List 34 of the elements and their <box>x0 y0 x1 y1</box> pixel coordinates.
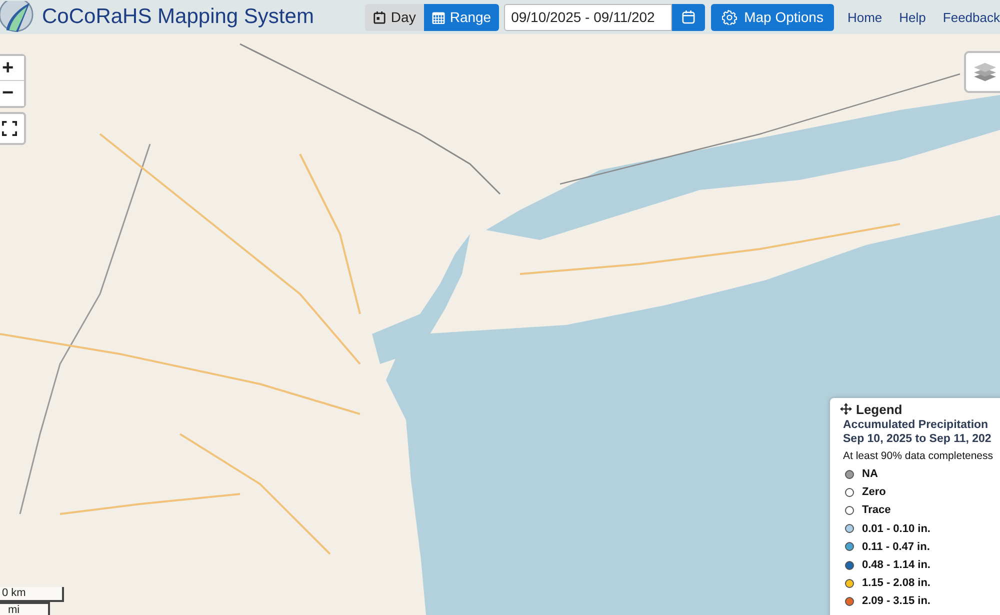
nav-link[interactable]: Help <box>899 10 926 24</box>
fullscreen-icon <box>2 121 17 136</box>
scale-bar: 0 km <box>0 587 64 602</box>
scale-bar: mi <box>0 602 50 615</box>
settings-icon <box>722 10 738 24</box>
logo-icon <box>0 0 36 34</box>
calendar-button[interactable] <box>672 4 706 30</box>
day-tab[interactable]: Day <box>364 4 424 30</box>
legend-heading: Legend <box>856 402 902 416</box>
move-icon <box>840 403 852 415</box>
date-range-field[interactable]: 09/10/2025 - 09/11/202 <box>504 4 672 30</box>
calendar-icon <box>682 10 696 24</box>
legend-title: Accumulated Precipitation <box>843 418 990 432</box>
legend-label: 0.01 - 0.10 in. <box>862 522 930 535</box>
fullscreen-button[interactable] <box>0 112 26 145</box>
legend-label: Zero <box>862 486 886 498</box>
legend-label: 0.48 - 1.14 in. <box>862 559 930 572</box>
app-title: CoCoRaHS Mapping System <box>42 5 314 29</box>
nav-link[interactable]: Home <box>847 10 882 24</box>
legend-label: Trace <box>862 504 891 516</box>
map-options-button[interactable]: Map Options <box>711 4 834 30</box>
layers-icon <box>973 61 997 83</box>
legend-label: NA <box>862 468 878 480</box>
range-tab[interactable]: Range <box>424 4 500 30</box>
legend-period: Sep 10, 2025 to Sep 11, 202 <box>843 432 992 446</box>
nav-link[interactable]: Feedback <box>942 10 1000 24</box>
calendar-grid-icon <box>432 10 445 24</box>
zoom-in-button[interactable]: + <box>0 56 24 81</box>
calendar-day-icon <box>372 10 386 24</box>
layers-button[interactable] <box>964 51 1000 93</box>
legend-label: 1.15 - 2.08 in. <box>862 577 930 590</box>
legend-label: 2.09 - 3.15 in. <box>862 595 930 608</box>
legend-label: 0.11 - 0.47 in. <box>862 540 930 553</box>
legend-note: At least 90% data completeness <box>843 450 994 462</box>
